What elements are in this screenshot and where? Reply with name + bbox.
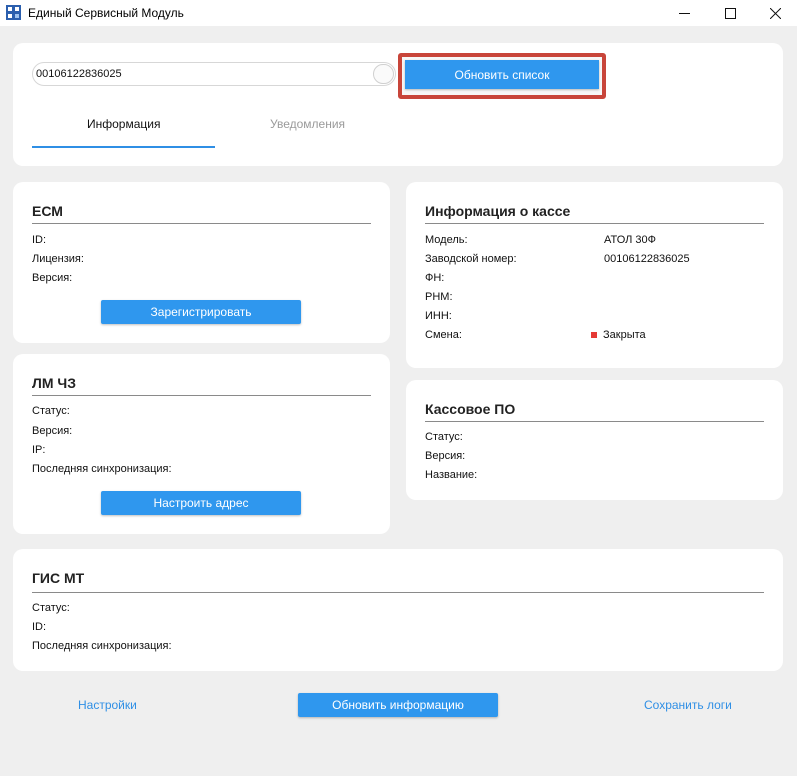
ecm-id-label: ID: <box>32 234 47 246</box>
lm-status-label: Статус: <box>32 405 70 417</box>
shift-status-indicator <box>591 332 597 338</box>
pos-software-card: Кассовое ПО Статус: Версия: Название: <box>406 380 783 500</box>
window-title: Единый Сервисный Модуль <box>28 6 184 20</box>
pos-software-title: Кассовое ПО <box>425 401 516 417</box>
pos-status-label: Статус: <box>425 431 463 443</box>
gis-divider <box>32 592 764 593</box>
maximize-button[interactable] <box>707 0 753 26</box>
ecm-license-label: Лицензия: <box>32 253 84 265</box>
cash-inn-label: ИНН: <box>425 310 452 322</box>
cash-info-divider <box>425 223 764 224</box>
cash-shift-value: Закрыта <box>603 329 646 341</box>
lm-card: ЛМ ЧЗ Статус: Версия: IP: Последняя синх… <box>13 354 390 534</box>
cash-info-card: Информация о кассе Модель: АТОЛ 30Ф Заво… <box>406 182 783 368</box>
minimize-icon <box>678 12 690 14</box>
pos-name-label: Название: <box>425 469 478 481</box>
gis-last-sync-label: Последняя синхронизация: <box>32 640 172 652</box>
tab-notifications[interactable]: Уведомления <box>270 117 345 131</box>
cash-serial-label: Заводской номер: <box>425 253 517 265</box>
refresh-info-button[interactable]: Обновить информацию <box>298 693 498 717</box>
ecm-divider <box>32 223 371 224</box>
cash-shift-label: Смена: <box>425 329 462 341</box>
pos-software-divider <box>425 421 764 422</box>
ecm-version-label: Версия: <box>32 272 73 284</box>
gis-id-label: ID: <box>32 621 47 633</box>
maximize-icon <box>724 7 736 19</box>
device-combobox-value: 00106122836025 <box>36 68 122 80</box>
gis-status-label: Статус: <box>32 602 70 614</box>
tab-information[interactable]: Информация <box>87 117 160 131</box>
ecm-title: ЕСМ <box>32 203 63 219</box>
device-combobox[interactable]: 00106122836025 <box>32 62 396 86</box>
ecm-card: ЕСМ ID: Лицензия: Версия: Зарегистрирова… <box>13 182 390 343</box>
register-button[interactable]: Зарегистрировать <box>101 300 301 324</box>
cash-model-value: АТОЛ 30Ф <box>604 234 657 246</box>
cash-fn-label: ФН: <box>425 272 445 284</box>
lm-last-sync-label: Последняя синхронизация: <box>32 463 172 475</box>
pos-version-label: Версия: <box>425 450 466 462</box>
cash-info-title: Информация о кассе <box>425 203 571 219</box>
cash-serial-value: 00106122836025 <box>604 253 690 265</box>
lm-divider <box>32 395 371 396</box>
gis-title: ГИС МТ <box>32 570 85 586</box>
refresh-list-button[interactable]: Обновить список <box>405 60 599 89</box>
active-tab-indicator <box>32 146 215 148</box>
lm-title: ЛМ ЧЗ <box>32 375 76 391</box>
close-button[interactable] <box>752 0 797 26</box>
minimize-button[interactable] <box>661 0 707 26</box>
cash-rnm-label: РНМ: <box>425 291 453 303</box>
gis-card: ГИС МТ Статус: ID: Последняя синхронизац… <box>13 549 783 671</box>
cash-model-label: Модель: <box>425 234 468 246</box>
save-logs-link[interactable]: Сохранить логи <box>644 698 732 712</box>
close-icon <box>769 7 781 19</box>
app-grid-icon <box>6 5 21 20</box>
lm-version-label: Версия: <box>32 425 73 437</box>
settings-link[interactable]: Настройки <box>78 698 137 712</box>
combobox-toggle-icon[interactable] <box>373 64 394 84</box>
lm-ip-label: IP: <box>32 444 46 456</box>
title-bar: Единый Сервисный Модуль <box>0 0 797 26</box>
configure-address-button[interactable]: Настроить адрес <box>101 491 301 515</box>
